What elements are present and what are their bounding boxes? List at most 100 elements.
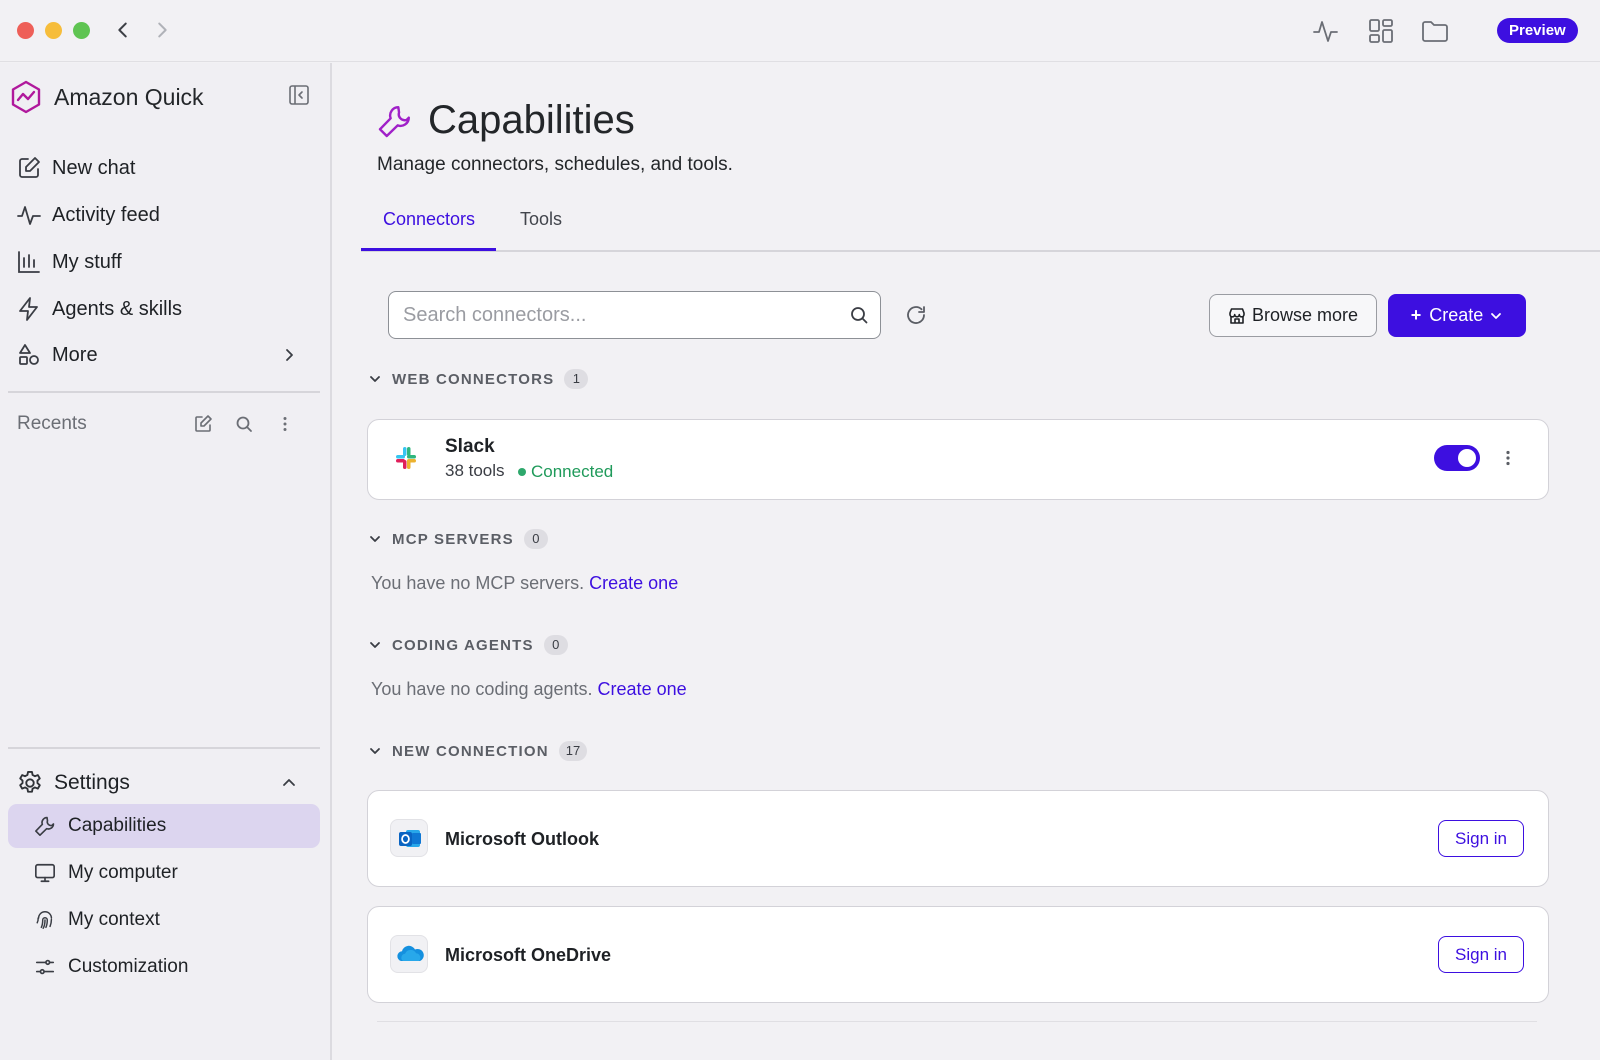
main-content: Capabilities Manage connectors, schedule… xyxy=(333,63,1600,1060)
chevron-right-icon xyxy=(280,346,298,364)
connector-name: Slack xyxy=(445,436,495,457)
recents-more-icon[interactable] xyxy=(275,414,295,434)
settings-label: Settings xyxy=(54,771,130,794)
refresh-icon[interactable] xyxy=(904,303,928,327)
nav-label: New chat xyxy=(52,156,136,179)
section-coding-agents[interactable]: CODING AGENTS 0 xyxy=(368,635,568,655)
nav-my-stuff[interactable]: My stuff xyxy=(8,241,320,283)
section-web-connectors[interactable]: WEB CONNECTORS 1 xyxy=(368,369,589,389)
gear-icon xyxy=(16,769,44,797)
slack-logo-icon xyxy=(390,442,426,478)
count-badge: 0 xyxy=(543,635,568,655)
activity-icon[interactable] xyxy=(1311,16,1341,46)
sidebar-divider xyxy=(8,747,320,749)
tab-connectors[interactable]: Connectors xyxy=(383,209,475,230)
onedrive-connection-card[interactable]: Microsoft OneDrive Sign in xyxy=(367,906,1549,1003)
outlook-connection-card[interactable]: Microsoft Outlook Sign in xyxy=(367,790,1549,887)
nav-label: Agents & skills xyxy=(52,297,183,320)
lightning-icon xyxy=(16,296,42,322)
brand[interactable]: Amazon Quick xyxy=(10,79,204,115)
settings-toggle[interactable]: Settings xyxy=(8,763,320,803)
tabs-divider xyxy=(361,250,1600,252)
grid-icon[interactable] xyxy=(1366,16,1396,46)
preview-badge: Preview xyxy=(1497,18,1578,43)
recents-label: Recents xyxy=(17,413,87,434)
activity-icon xyxy=(16,202,42,228)
active-tab-indicator xyxy=(361,248,496,251)
create-button[interactable]: + Create xyxy=(1388,294,1526,337)
nav-new-chat[interactable]: New chat xyxy=(8,147,320,189)
settings-item-capabilities[interactable]: Capabilities xyxy=(8,804,320,848)
mcp-empty-message: You have no MCP servers. Create one xyxy=(371,573,678,594)
sidebar-divider xyxy=(8,391,320,393)
page-title: Capabilities xyxy=(428,98,635,142)
connection-status: Connected xyxy=(531,462,614,481)
search-recents-icon[interactable] xyxy=(234,414,254,434)
chevron-down-icon xyxy=(368,372,382,386)
onedrive-logo-icon xyxy=(390,935,428,973)
folder-icon[interactable] xyxy=(1420,16,1450,46)
shapes-icon xyxy=(16,342,42,368)
monitor-icon xyxy=(34,862,56,884)
coding-empty-message: You have no coding agents. Create one xyxy=(371,679,687,700)
connection-name: Microsoft Outlook xyxy=(445,829,599,849)
browse-more-label: Browse more xyxy=(1251,305,1359,325)
outlook-logo-icon xyxy=(390,819,428,857)
chevron-left-icon[interactable] xyxy=(112,19,134,41)
settings-item-label: My context xyxy=(68,909,160,930)
more-options-icon[interactable] xyxy=(1498,448,1518,468)
edit-icon xyxy=(16,155,42,181)
chevron-down-icon xyxy=(368,744,382,758)
outlook-sign-in-button[interactable]: Sign in xyxy=(1438,820,1524,857)
onedrive-sign-in-button[interactable]: Sign in xyxy=(1438,936,1524,973)
wrench-icon xyxy=(377,103,413,139)
create-mcp-link[interactable]: Create one xyxy=(589,573,678,593)
slack-enabled-toggle[interactable] xyxy=(1434,445,1480,471)
count-badge: 0 xyxy=(523,529,548,549)
connected-status-dot xyxy=(518,468,526,476)
settings-item-label: Customization xyxy=(68,956,189,977)
section-mcp-servers[interactable]: MCP SERVERS 0 xyxy=(368,529,548,549)
amazon-quick-logo-icon xyxy=(10,80,42,114)
fingerprint-icon xyxy=(34,909,56,931)
search-icon[interactable] xyxy=(849,305,869,325)
toggle-knob xyxy=(1458,449,1476,467)
settings-item-my-computer[interactable]: My computer xyxy=(8,851,320,895)
section-title: WEB CONNECTORS xyxy=(392,370,555,388)
section-new-connection[interactable]: NEW CONNECTION 17 xyxy=(368,741,588,761)
bar-chart-icon xyxy=(16,249,42,275)
plus-icon: + xyxy=(1410,305,1422,325)
nav-label: More xyxy=(52,343,98,366)
tools-count: 38 tools xyxy=(445,461,505,480)
minimize-window-button[interactable] xyxy=(45,22,62,39)
maximize-window-button[interactable] xyxy=(73,22,90,39)
settings-item-my-context[interactable]: My context xyxy=(8,898,320,942)
close-window-button[interactable] xyxy=(17,22,34,39)
connection-name: Microsoft OneDrive xyxy=(445,945,612,965)
nav-more[interactable]: More xyxy=(8,334,320,376)
browse-more-button[interactable]: Browse more xyxy=(1209,294,1377,337)
tab-tools[interactable]: Tools xyxy=(520,209,562,230)
chevron-down-icon xyxy=(1489,309,1503,323)
nav-label: Activity feed xyxy=(52,203,160,226)
nav-activity-feed[interactable]: Activity feed xyxy=(8,194,320,236)
search-input[interactable] xyxy=(403,301,833,329)
sliders-icon xyxy=(34,956,56,978)
new-recent-edit-icon[interactable] xyxy=(193,414,213,434)
chevron-down-icon xyxy=(368,532,382,546)
count-badge: 17 xyxy=(558,741,588,761)
search-box[interactable] xyxy=(388,291,881,339)
chevron-up-icon xyxy=(280,774,298,792)
settings-item-label: My computer xyxy=(68,862,178,883)
settings-item-label: Capabilities xyxy=(68,815,167,836)
count-badge: 1 xyxy=(564,369,589,389)
chevron-down-icon xyxy=(368,638,382,652)
chevron-right-icon[interactable] xyxy=(151,19,173,41)
slack-connector-card[interactable]: Slack 38 tools Connected xyxy=(367,419,1549,500)
section-title: NEW CONNECTION xyxy=(392,742,549,760)
collapse-sidebar-icon[interactable] xyxy=(288,84,310,106)
create-coding-agent-link[interactable]: Create one xyxy=(598,679,687,699)
settings-item-customization[interactable]: Customization xyxy=(8,945,320,989)
list-divider xyxy=(377,1021,1537,1022)
nav-agents-skills[interactable]: Agents & skills xyxy=(8,288,320,330)
